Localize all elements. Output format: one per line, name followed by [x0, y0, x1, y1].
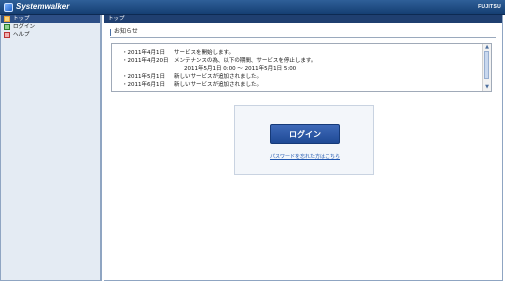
notice-scrollbar[interactable]: ▲ ▼: [482, 44, 491, 91]
login-button[interactable]: ログイン: [270, 124, 340, 144]
notice-panel-title: お知らせ: [110, 27, 496, 38]
notice-text: メンテナンスの為、以下の期間、サービスを停止します。: [174, 58, 317, 64]
page-title: トップ: [104, 15, 502, 23]
sidebar-item-help[interactable]: ヘルプ: [1, 31, 100, 39]
app-logo-icon: [4, 2, 13, 12]
sidebar-item-top[interactable]: トップ: [1, 15, 100, 23]
sidebar-item-login[interactable]: ログイン: [1, 23, 100, 31]
list-item: ・2011年5月1日 新しいサービスが追加されました。: [122, 73, 482, 81]
sidebar-item-label: トップ: [13, 16, 30, 22]
notice-date: ・2011年6月1日: [122, 82, 165, 88]
list-item: ・2011年4月20日 メンテナンスの為、以下の期間、サービスを停止します。: [122, 57, 482, 65]
sidebar: トップ ログイン ヘルプ: [0, 15, 102, 281]
sidebar-item-label: ヘルプ: [13, 32, 30, 38]
help-book-icon: [4, 32, 10, 38]
vendor-logo: FUJITSU: [478, 4, 501, 10]
list-item: ・2011年4月1日 サービスを開始します。: [122, 49, 482, 57]
login-card: ログイン パスワードを忘れた方はこちら: [234, 105, 374, 175]
forgot-password-link[interactable]: パスワードを忘れた方はこちら: [235, 153, 375, 160]
notice-date: ・2011年4月20日: [122, 58, 169, 64]
notice-date: ・2011年5月1日: [122, 74, 165, 80]
login-icon: [4, 24, 10, 30]
notice-list: ・2011年4月1日 サービスを開始します。 ・2011年4月20日 メンテナン…: [122, 49, 482, 89]
sidebar-item-label: ログイン: [13, 24, 36, 30]
top-bar: Systemwalker FUJITSU: [0, 0, 505, 15]
scroll-down-icon[interactable]: ▼: [484, 85, 490, 90]
scroll-thumb[interactable]: [484, 51, 489, 79]
brand-logo: Systemwalker: [4, 2, 69, 12]
home-icon: [4, 16, 10, 22]
brand-name: Systemwalker: [16, 2, 70, 11]
notice-date: ・2011年4月1日: [122, 50, 165, 56]
list-item: ・2011年6月1日 新しいサービスが追加されました。: [122, 81, 482, 89]
notice-text: 新しいサービスが追加されました。: [174, 82, 263, 88]
notice-list-box[interactable]: ・2011年4月1日 サービスを開始します。 ・2011年4月20日 メンテナン…: [111, 43, 492, 92]
main-content: トップ お知らせ ・2011年4月1日 サービスを開始します。 ・2011年4月…: [104, 15, 503, 281]
notice-detail: 2011年5月1日 0:00 〜 2011年5月1日 5:00: [184, 66, 297, 72]
notice-text: 新しいサービスが追加されました。: [174, 74, 263, 80]
scroll-up-icon[interactable]: ▲: [484, 45, 490, 50]
notice-text: サービスを開始します。: [174, 50, 234, 56]
